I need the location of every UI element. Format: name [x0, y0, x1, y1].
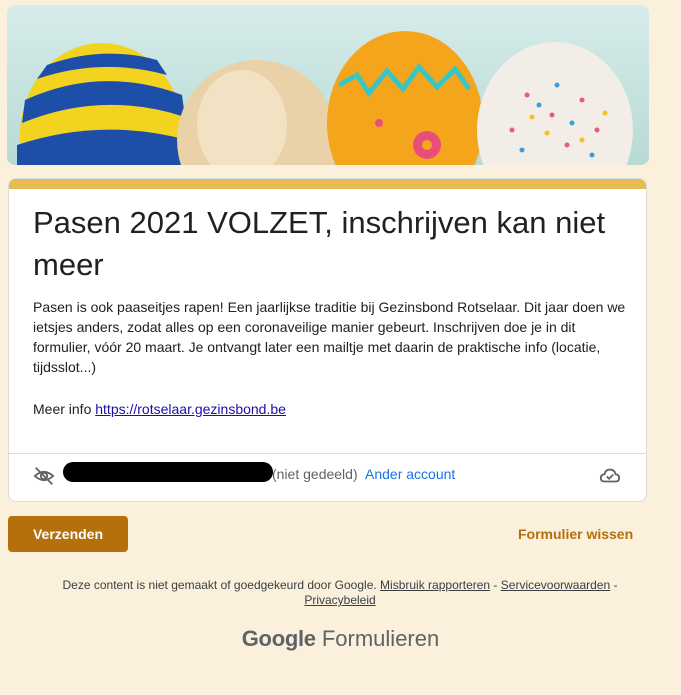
redacted-email: [63, 462, 273, 482]
more-info-link[interactable]: https://rotselaar.gezinsbond.be: [95, 401, 286, 417]
eye-off-icon: [33, 465, 55, 492]
switch-account-link[interactable]: Ander account: [365, 466, 455, 482]
more-info-label: Meer info: [33, 401, 92, 417]
report-abuse-link[interactable]: Misbruik rapporteren: [380, 578, 490, 592]
privacy-link[interactable]: Privacybeleid: [304, 593, 375, 607]
form-header-card: Pasen 2021 VOLZET, inschrijven kan niet …: [8, 178, 647, 502]
form-title: Pasen 2021 VOLZET, inschrijven kan niet …: [33, 205, 606, 282]
divider: [9, 453, 646, 454]
card-accent-bar: [9, 179, 646, 189]
terms-link[interactable]: Servicevoorwaarden: [501, 578, 610, 592]
submit-button[interactable]: Verzenden: [8, 516, 128, 552]
footer-separator: -: [490, 578, 501, 592]
google-wordmark: Google: [241, 626, 316, 651]
more-info: Meer info https://rotselaar.gezinsbond.b…: [33, 399, 286, 419]
cloud-check-icon: [599, 465, 621, 492]
header-banner-image: [7, 5, 649, 165]
footer-separator: -: [610, 578, 618, 592]
footer-notice: Deze content is niet gemaakt of goedgeke…: [40, 578, 640, 608]
clear-form-button[interactable]: Formulier wissen: [518, 526, 633, 542]
forms-wordmark: Formulieren: [321, 626, 440, 651]
footer-disclaimer: Deze content is niet gemaakt of goedgeke…: [62, 578, 377, 592]
easter-eggs-illustration: [17, 31, 633, 165]
form-description: Pasen is ook paaseitjes rapen! Een jaarl…: [33, 299, 626, 375]
google-forms-logo[interactable]: Google Formulieren: [0, 626, 681, 652]
account-row: (niet gedeeld) Ander account: [9, 455, 646, 499]
not-shared-label: (niet gedeeld): [272, 466, 358, 482]
